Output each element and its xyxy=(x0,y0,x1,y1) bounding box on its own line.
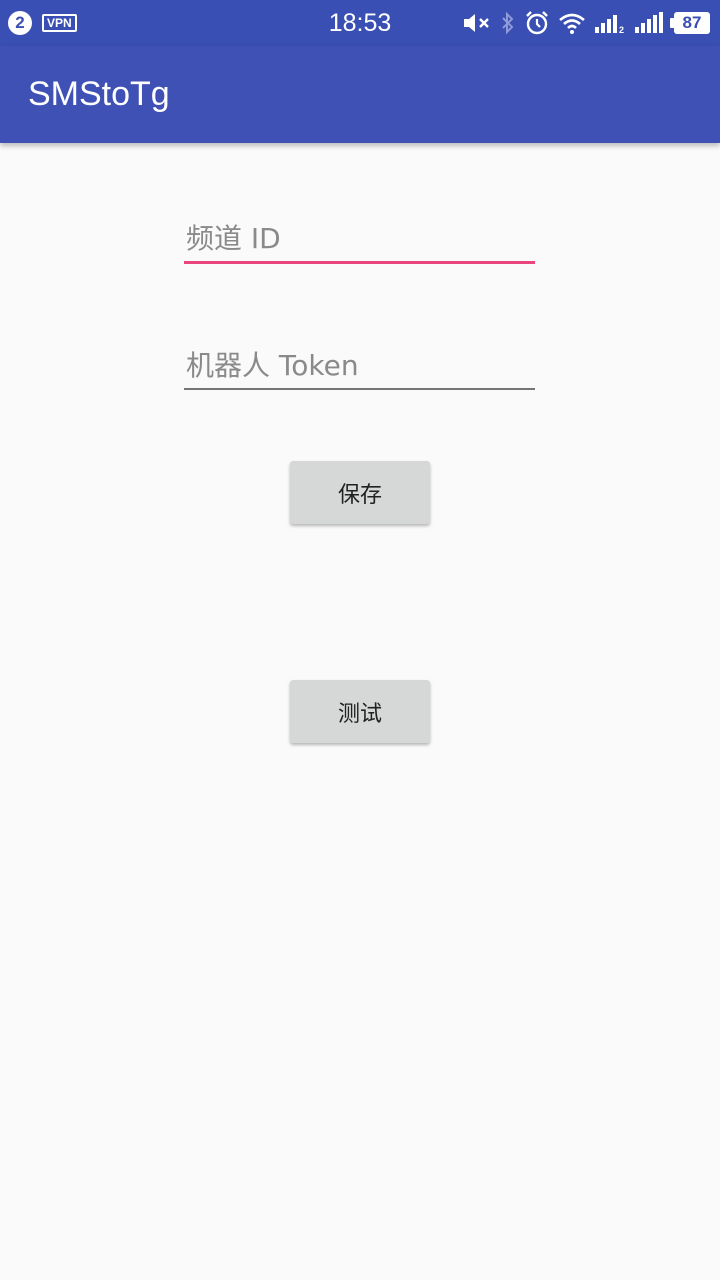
status-time: 18:53 xyxy=(328,9,392,37)
bot-token-field xyxy=(184,342,535,390)
battery-icon: 87 xyxy=(670,12,710,34)
bluetooth-icon xyxy=(500,11,516,35)
mute-icon xyxy=(462,11,492,35)
bot-token-underline xyxy=(184,388,535,390)
test-button[interactable]: 测试 xyxy=(290,680,430,743)
app-title: SMStoTg xyxy=(28,75,170,113)
wifi-icon xyxy=(558,11,586,35)
status-bar-left: 2 VPN xyxy=(8,10,77,36)
signal-2-icon xyxy=(634,12,666,34)
svg-text:2: 2 xyxy=(619,25,624,34)
app-bar: SMStoTg xyxy=(0,46,720,143)
channel-id-underline xyxy=(184,261,535,264)
alarm-icon xyxy=(524,10,550,36)
channel-id-field xyxy=(184,215,535,264)
status-bar-right: 2 87 xyxy=(462,8,710,38)
vpn-icon: VPN xyxy=(42,14,77,32)
bot-token-input[interactable] xyxy=(184,342,535,388)
signal-1-icon: 2 xyxy=(594,12,626,34)
save-button[interactable]: 保存 xyxy=(290,461,430,524)
status-bar: 2 VPN 18:53 2 87 xyxy=(0,0,720,46)
notification-count-badge: 2 xyxy=(8,11,32,35)
channel-id-input[interactable] xyxy=(184,215,535,261)
